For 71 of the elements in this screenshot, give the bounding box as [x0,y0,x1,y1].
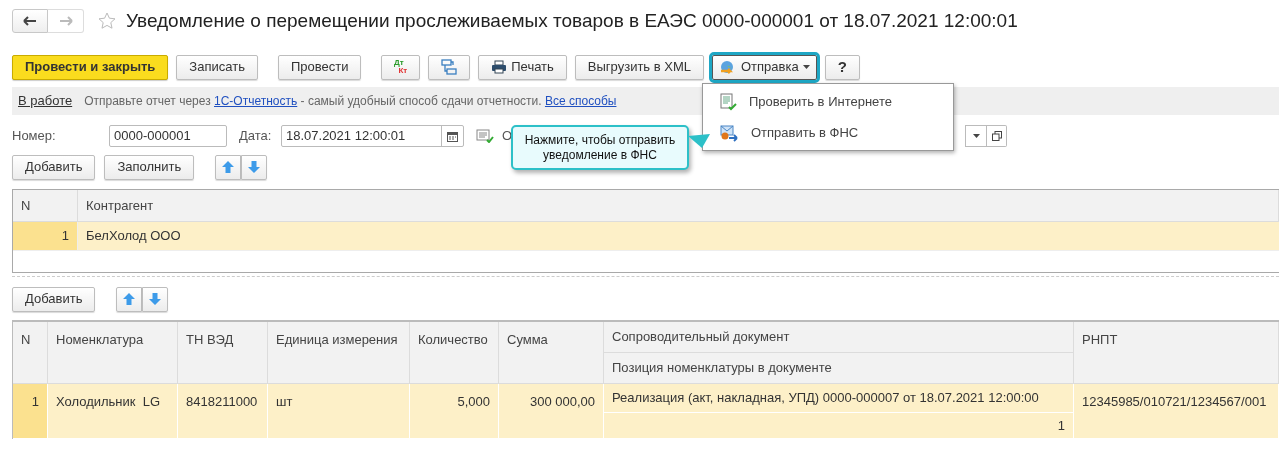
move-down-button[interactable] [142,286,169,312]
move-down-button[interactable] [241,154,268,180]
field-label: Дата: [239,127,273,146]
tooltip: Нажмите, чтобы отправить уведомление в ФНС [511,125,689,170]
table-cell: Реализация (акт, накладная, УПД) 0000-000007 от 18.07.2021 12:00:00 [604,384,1074,413]
envelope-arrow-icon [719,123,739,142]
up-arrow-icon [222,161,235,173]
table-cell: 12345985/010721/1234567/001 [1074,384,1279,439]
calendar-icon [447,130,458,142]
column-header: Сумма [499,322,604,384]
open-button[interactable] [987,125,1007,147]
column-header: N [13,322,48,384]
forward-arrow-icon [58,16,73,26]
status-link[interactable]: В работе [18,91,73,111]
column-header: Номенклатура [48,322,178,384]
star-icon[interactable] [98,12,116,30]
caret-icon [802,65,810,69]
reporting-link[interactable]: 1С-Отчетность [214,94,298,108]
document-check-icon [719,92,737,111]
all-methods-link[interactable]: Все способы [544,94,617,108]
table-cell: 8418211000 [178,384,268,439]
move-up-button[interactable] [215,154,242,180]
back-arrow-icon [23,16,37,26]
table-cell: 1 [604,413,1074,439]
table-cell: 1 [13,384,48,439]
toolbar-button[interactable]: Выгрузить в XML [574,54,704,80]
send-dropdown-button[interactable]: Отправка [712,54,817,80]
column-header: Сопроводительный документ [604,322,1074,353]
toolbar-button[interactable]: Добавить [12,154,96,180]
info-message: Отправьте отчет через 1С-Отчетность - самый удобный способ сдачи отчетности. Все способы [84,93,617,110]
column-header: РНПТ [1074,322,1279,384]
debit-credit-button[interactable]: Дт Кт [381,54,421,80]
menu-item[interactable]: Отправить в ФНС [703,117,953,148]
menu-item[interactable]: Проверить в Интернете [703,86,953,117]
toolbar-button[interactable]: Записать [176,54,258,80]
move-up-button[interactable] [116,286,143,312]
table-cell: 1 [13,222,78,251]
up-arrow-icon [123,293,136,305]
date-field[interactable]: 18.07.2021 12:00:01 [281,125,464,147]
down-arrow-icon [149,293,162,305]
document-check-icon [476,129,494,143]
toolbar-button[interactable]: Добавить [12,286,96,312]
column-header: ТН ВЭД [178,322,268,384]
hierarchy-icon [441,59,458,75]
open-window-icon [991,131,1002,141]
column-header: Позиция номенклатуры в документе [604,353,1074,384]
table-cell: шт [268,384,410,439]
window-title: Уведомление о перемещении прослеживаемых товаров в ЕАЭС 0000-000001 от 18.07.2021 12:00:01 [126,8,1018,33]
help-button[interactable]: ? [824,54,860,80]
post-and-close-button[interactable]: Провести и закрыть [12,54,169,80]
down-arrow-icon [248,161,261,173]
table-cell: Холодильник LG [48,384,178,439]
structure-button[interactable] [428,54,471,80]
table-cell: БелХолод ООО [78,222,1279,251]
print-button[interactable]: Печать [478,54,567,80]
dropdown-button[interactable] [965,125,987,147]
field-label: О [502,127,513,146]
back-button[interactable] [12,9,48,33]
toolbar-button[interactable]: Заполнить [104,154,195,180]
column-header: Единица измерения [268,322,410,384]
column-header: Контрагент [78,190,1279,222]
caret-icon [972,134,980,138]
number-field[interactable]: 0000-000001 [109,125,227,147]
field-label: Номер: [12,127,57,146]
toolbar-button[interactable]: Провести [277,54,362,80]
tooltip-pointer-icon [688,134,710,150]
table-cell: 5,000 [410,384,499,439]
column-header: N [13,190,78,222]
table-cell: 300 000,00 [499,384,604,439]
printer-icon [491,60,508,74]
column-header: Количество [410,322,499,384]
